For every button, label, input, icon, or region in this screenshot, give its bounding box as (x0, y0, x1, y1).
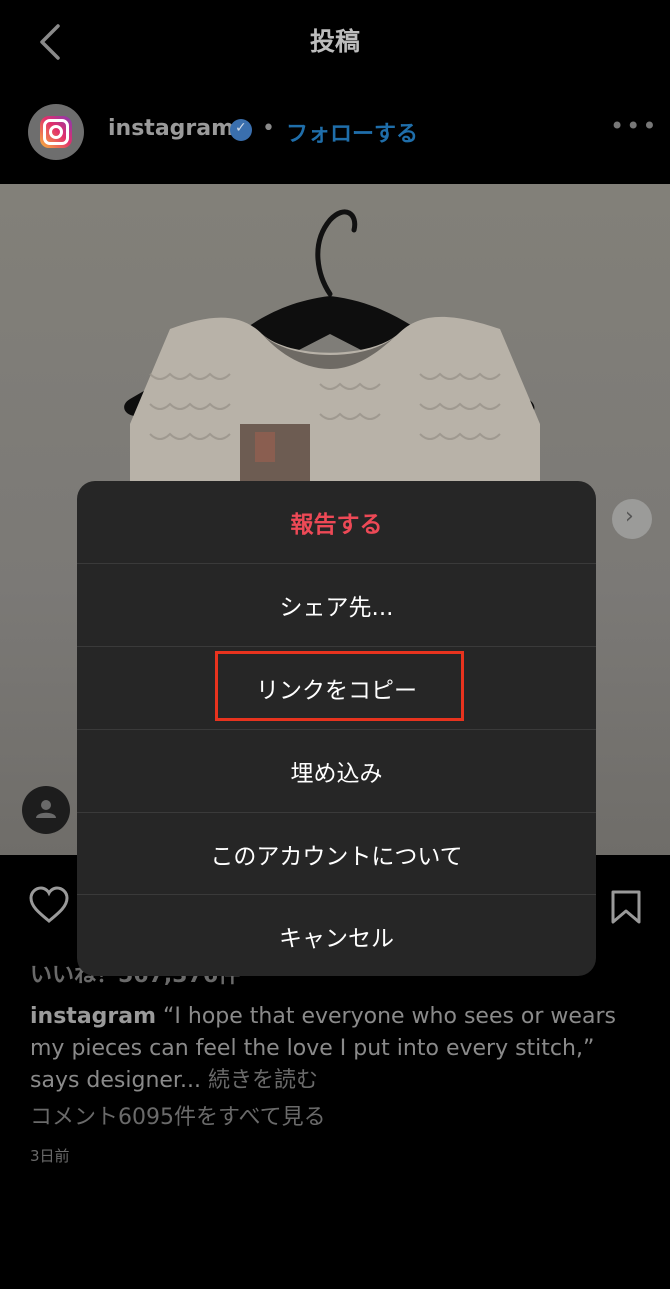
menu-item-share[interactable]: シェア先... (77, 563, 596, 645)
post-options-menu: 報告する シェア先... リンクをコピー 埋め込み このアカウントについて キャ… (77, 481, 596, 976)
copy-link-highlight-box (215, 651, 464, 721)
menu-item-report[interactable]: 報告する (77, 481, 596, 563)
menu-item-about-account[interactable]: このアカウントについて (77, 812, 596, 894)
menu-item-cancel[interactable]: キャンセル (77, 894, 596, 976)
menu-item-embed[interactable]: 埋め込み (77, 729, 596, 811)
